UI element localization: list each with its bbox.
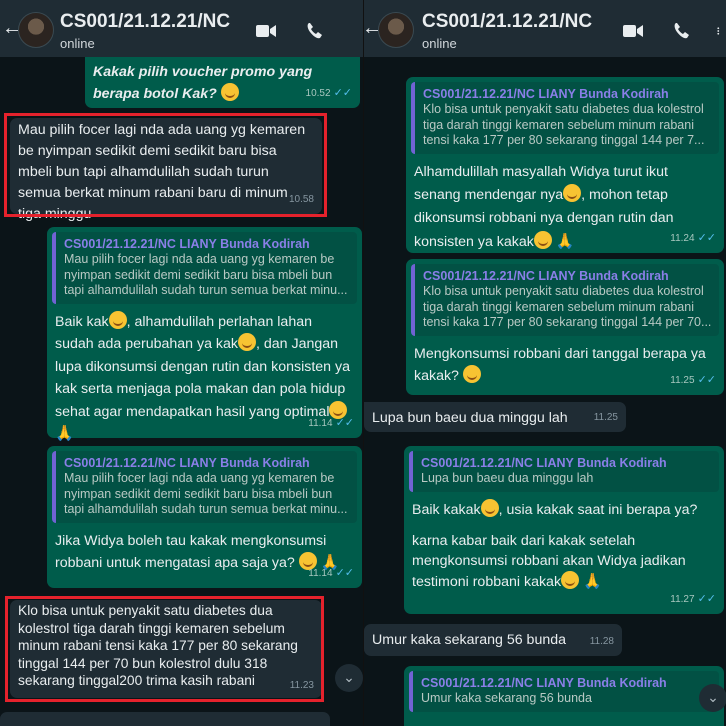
quoted-sender: CS001/21.12.21/NC LIANY Bunda Kodirah <box>421 456 667 470</box>
quoted-message[interactable]: CS001/21.12.21/NC LIANY Bunda Kodirah Lu… <box>409 451 719 492</box>
more-options-icon[interactable] <box>716 22 726 40</box>
read-receipt-icon: ✓✓ <box>697 232 716 244</box>
quoted-text: Klo bisa untuk penyakit satu diabetes du… <box>423 284 712 329</box>
message-bubble-outgoing[interactable]: CS001/21.12.21/NC LIANY Bunda Kodirah Um… <box>404 666 724 726</box>
message-time: 11.25 <box>593 412 618 423</box>
message-bubble-outgoing[interactable]: CS001/21.12.21/NC LIANY Bunda Kodirah Ma… <box>47 446 362 588</box>
message-time: 10.58 <box>288 194 314 205</box>
quoted-sender: CS001/21.12.21/NC LIANY Bunda Kodirah <box>64 237 310 251</box>
quoted-text: Lupa bun baeu dua minggu lah <box>421 471 594 485</box>
contact-status: online <box>60 36 95 51</box>
read-receipt-icon: ✓✓ <box>335 567 354 579</box>
pray-emoji-icon: 🙏 <box>555 232 575 250</box>
message-time: 10.52 <box>305 88 331 99</box>
contact-name[interactable]: CS001/21.12.21/NC <box>60 11 230 33</box>
contact-name[interactable]: CS001/21.12.21/NC <box>422 11 592 33</box>
message-bubble-outgoing <box>0 712 330 726</box>
quoted-sender: CS001/21.12.21/NC LIANY Bunda Kodirah <box>423 87 669 101</box>
message-text: Baik kak <box>55 313 109 330</box>
pray-emoji-icon: 🙏 <box>55 425 74 442</box>
back-arrow-icon[interactable]: ← <box>364 18 382 38</box>
message-bubble-outgoing[interactable]: CS001/21.12.21/NC LIANY Bunda Kodirah Ma… <box>47 227 362 442</box>
message-bubble-outgoing[interactable]: CS001/21.12.21/NC LIANY Bunda Kodirah Kl… <box>406 77 724 253</box>
scroll-down-icon[interactable]: ⌄ <box>335 664 363 692</box>
message-text: , usia kakak saat ini berapa ya? <box>498 501 698 518</box>
message-bubble-incoming[interactable]: Mau pilih focer lagi nda ada uang yg kem… <box>10 118 322 222</box>
read-receipt-icon: ✓✓ <box>697 374 716 386</box>
quoted-text: Mau pilih focer lagi nda ada uang yg kem… <box>64 471 348 516</box>
quoted-message[interactable]: CS001/21.12.21/NC LIANY Bunda Kodirah Ma… <box>52 232 357 304</box>
message-bubble-outgoing[interactable]: CS001/21.12.21/NC LIANY Bunda Kodirah Kl… <box>406 259 724 395</box>
message-bubble-outgoing[interactable]: CS001/21.12.21/NC LIANY Bunda Kodirah Lu… <box>404 446 724 614</box>
quoted-message[interactable]: CS001/21.12.21/NC LIANY Bunda Kodirah Kl… <box>411 82 719 154</box>
quoted-message[interactable]: CS001/21.12.21/NC LIANY Bunda Kodirah Kl… <box>411 264 719 336</box>
quoted-sender: CS001/21.12.21/NC LIANY Bunda Kodirah <box>64 456 310 470</box>
message-bubble-outgoing[interactable]: Kakak pilih voucher promo yang berapa bo… <box>85 56 360 108</box>
quoted-sender: CS001/21.12.21/NC LIANY Bunda Kodirah <box>421 676 667 690</box>
avatar[interactable] <box>18 12 54 48</box>
message-bubble-incoming[interactable]: Klo bisa untuk penyakit satu diabetes du… <box>10 600 322 698</box>
quoted-text: Klo bisa untuk penyakit satu diabetes du… <box>423 102 705 147</box>
message-time: 11.28 <box>589 636 614 647</box>
left-chat-panel: ← CS001/21.12.21/NC online Kakak pilih v… <box>0 0 363 726</box>
read-receipt-icon: ✓✓ <box>333 87 352 99</box>
quoted-text: Mau pilih focer lagi nda ada uang yg kem… <box>64 252 348 297</box>
phone-call-icon[interactable] <box>305 22 327 40</box>
message-text: Mau pilih focer lagi nda ada uang yg kem… <box>18 122 306 222</box>
quoted-message[interactable]: CS001/21.12.21/NC LIANY Bunda Kodirah Ma… <box>52 451 357 523</box>
avatar[interactable] <box>378 12 414 48</box>
smile-emoji-icon <box>108 310 127 329</box>
right-chat-panel: ← CS001/21.12.21/NC online CS001/21.12.2… <box>363 0 726 726</box>
message-time: 11.27 <box>670 594 695 605</box>
message-text: Jika Widya boleh tau kakak mengkonsumsi … <box>55 532 327 571</box>
smile-emoji-icon <box>220 83 239 101</box>
smile-emoji-icon <box>462 364 481 383</box>
message-bubble-incoming[interactable]: Umur kaka sekarang 56 bunda 11.28 <box>364 624 622 656</box>
message-text: Lupa bun baeu dua minggu lah <box>372 410 568 426</box>
message-text: Kakak pilih voucher promo yang berapa bo… <box>93 64 313 102</box>
video-call-icon[interactable] <box>255 22 277 40</box>
message-text: Baik kakak <box>412 501 481 518</box>
message-bubble-incoming[interactable]: Lupa bun baeu dua minggu lah 11.25 <box>364 402 626 432</box>
scroll-down-icon[interactable]: ⌄ <box>699 684 726 712</box>
message-text: Mengkonsumsi robbani dari tanggal berapa… <box>414 345 706 384</box>
smile-emoji-icon <box>480 498 499 517</box>
chat-header: ← CS001/21.12.21/NC online <box>364 0 726 57</box>
smile-emoji-icon <box>533 230 552 249</box>
smile-emoji-icon <box>563 183 582 202</box>
back-arrow-icon[interactable]: ← <box>2 18 22 38</box>
message-text: karna kabar baik dari kakak setelah meng… <box>412 532 686 590</box>
message-time: 11.24 <box>670 233 695 244</box>
chat-header: ← CS001/21.12.21/NC online <box>0 0 363 57</box>
read-receipt-icon: ✓✓ <box>335 417 354 429</box>
message-text: Klo bisa untuk penyakit satu diabetes du… <box>18 603 298 688</box>
message-text: Umur kaka sekarang 56 bunda <box>372 632 567 648</box>
message-time: 11.23 <box>289 679 314 691</box>
message-time: 11.25 <box>670 375 695 386</box>
message-time: 11.14 <box>308 568 333 579</box>
quoted-sender: CS001/21.12.21/NC LIANY Bunda Kodirah <box>423 269 669 283</box>
quoted-message[interactable]: CS001/21.12.21/NC LIANY Bunda Kodirah Um… <box>409 671 719 712</box>
smile-emoji-icon <box>561 570 580 589</box>
pray-emoji-icon: 🙏 <box>583 572 602 590</box>
contact-status: online <box>422 36 457 51</box>
smile-emoji-icon <box>238 333 257 351</box>
quoted-text: Umur kaka sekarang 56 bunda <box>421 691 592 705</box>
video-call-icon[interactable] <box>622 22 644 40</box>
read-receipt-icon: ✓✓ <box>697 593 716 605</box>
phone-call-icon[interactable] <box>672 22 694 40</box>
message-time: 11.14 <box>308 418 333 429</box>
